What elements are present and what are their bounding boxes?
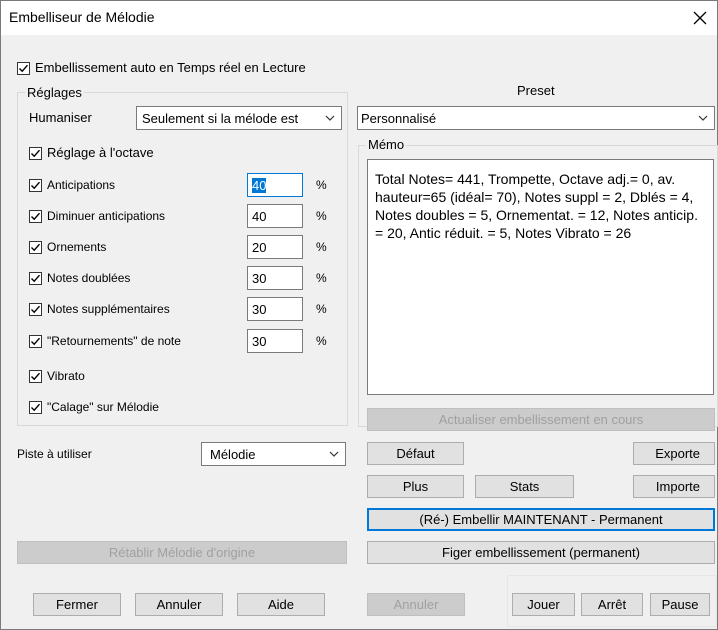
turns-unit: % <box>316 334 327 348</box>
stats-button[interactable]: Stats <box>475 475 574 498</box>
doubled-notes-checkbox[interactable] <box>29 272 42 285</box>
freeze-button[interactable]: Figer embellissement (permanent) <box>367 541 715 564</box>
ornaments-unit: % <box>316 240 327 254</box>
preset-dropdown[interactable]: Personnalisé <box>357 106 715 130</box>
turns-label: "Retournements" de note <box>47 334 181 348</box>
check-mark-icon <box>31 403 41 412</box>
check-mark-icon <box>31 372 41 381</box>
doubled-notes-unit: % <box>316 271 327 285</box>
pause-button[interactable]: Pause <box>650 593 710 616</box>
reduce-anticipations-label: Diminuer anticipations <box>47 209 166 223</box>
auto-realtime-checkbox[interactable] <box>17 62 30 75</box>
anticipations-checkbox[interactable] <box>29 179 42 192</box>
reduce-anticipations-checkbox[interactable] <box>29 210 42 223</box>
ornaments-label: Ornements <box>47 240 107 254</box>
check-mark-icon <box>31 274 41 283</box>
track-label: Piste à utiliser <box>17 447 92 461</box>
memo-textarea[interactable]: Total Notes= 441, Trompette, Octave adj.… <box>367 159 714 395</box>
import-button[interactable]: Importe <box>633 475 715 498</box>
doubled-notes-input[interactable]: 30 <box>247 266 303 290</box>
memo-label: Mémo <box>366 137 407 152</box>
plus-button[interactable]: Plus <box>367 475 464 498</box>
extra-notes-input[interactable]: 30 <box>247 297 303 321</box>
anticipations-input[interactable]: 40 <box>247 173 303 197</box>
doubled-notes-label: Notes doublées <box>47 271 131 285</box>
octave-checkbox[interactable] <box>29 147 42 160</box>
chevron-down-icon <box>325 115 335 121</box>
check-mark-icon <box>31 149 41 158</box>
turns-input[interactable]: 30 <box>247 329 303 353</box>
calage-label: "Calage" sur Mélodie <box>47 400 159 414</box>
reduce-anticipations-input[interactable]: 40 <box>247 204 303 228</box>
ornaments-checkbox[interactable] <box>29 241 42 254</box>
re-embellish-button[interactable]: (Ré-) Embellir MAINTENANT - Permanent <box>367 508 715 531</box>
update-current-button[interactable]: Actualiser embellissement en cours <box>367 408 715 431</box>
reduce-anticipations-unit: % <box>316 209 327 223</box>
ornaments-input[interactable]: 20 <box>247 235 303 259</box>
check-mark-icon <box>31 337 41 346</box>
check-mark-icon <box>31 305 41 314</box>
track-dropdown[interactable]: Mélodie <box>201 442 346 466</box>
cancel-button[interactable]: Annuler <box>135 593 223 616</box>
vibrato-label: Vibrato <box>47 369 85 383</box>
check-mark-icon <box>31 181 41 190</box>
auto-realtime-label: Embellissement auto en Temps réel en Lec… <box>35 60 306 75</box>
export-button[interactable]: Exporte <box>633 442 715 465</box>
anticipations-unit: % <box>316 178 327 192</box>
close-icon[interactable] <box>689 7 711 29</box>
title-bar: Embelliseur de Mélodie <box>1 1 717 35</box>
dialog-window: Embelliseur de Mélodie Embellissement au… <box>0 0 718 630</box>
check-mark-icon <box>31 212 41 221</box>
check-mark-icon <box>19 64 29 73</box>
check-mark-icon <box>31 243 41 252</box>
anticipations-label: Anticipations <box>47 178 116 192</box>
default-button[interactable]: Défaut <box>367 442 464 465</box>
octave-label: Réglage à l'octave <box>47 145 154 160</box>
extra-notes-unit: % <box>316 302 327 316</box>
calage-checkbox[interactable] <box>29 401 42 414</box>
extra-notes-checkbox[interactable] <box>29 303 42 316</box>
play-button[interactable]: Jouer <box>512 593 575 616</box>
vibrato-checkbox[interactable] <box>29 370 42 383</box>
preset-label: Preset <box>517 83 555 98</box>
settings-group-label: Réglages <box>25 85 84 100</box>
humanize-dropdown[interactable]: Seulement si la mélode est <box>136 106 342 130</box>
window-title: Embelliseur de Mélodie <box>9 9 155 25</box>
chevron-down-icon <box>698 115 708 121</box>
help-button[interactable]: Aide <box>237 593 325 616</box>
turns-checkbox[interactable] <box>29 335 42 348</box>
stop-button[interactable]: Arrêt <box>581 593 643 616</box>
chevron-down-icon <box>329 451 339 457</box>
extra-notes-label: Notes supplémentaires <box>47 302 170 316</box>
humanize-label: Humaniser <box>29 110 92 125</box>
restore-melody-button[interactable]: Rétablir Mélodie d'origine <box>17 541 347 564</box>
close-button[interactable]: Fermer <box>33 593 121 616</box>
cancel-secondary-button[interactable]: Annuler <box>367 593 465 616</box>
